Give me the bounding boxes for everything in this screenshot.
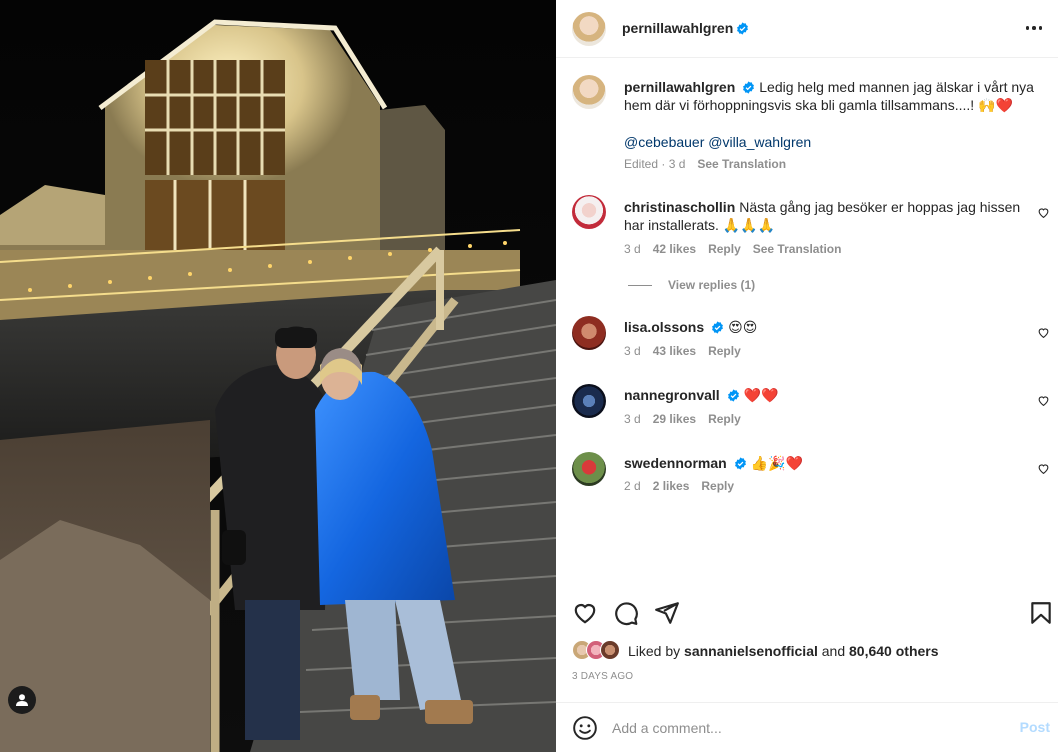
caption-mentions[interactable]: @cebebauer @villa_wahlgren [624, 133, 1034, 151]
emoji-icon[interactable] [572, 715, 598, 741]
post-header: pernillawahlgren [556, 0, 1058, 58]
comment-meta: 2 d 2 likes Reply [624, 479, 734, 493]
more-icon [1025, 26, 1030, 30]
comment-avatar[interactable] [572, 384, 606, 418]
user-tag-button[interactable] [8, 686, 36, 714]
post-date[interactable]: 3 DAYS AGO [572, 671, 633, 682]
share-icon[interactable] [654, 600, 680, 626]
comment-likes[interactable]: 29 likes [653, 412, 696, 426]
author-name-wrap: pernillawahlgren [622, 20, 749, 38]
user-tag-icon [16, 694, 28, 706]
post-sidebar: pernillawahlgren pernillawahlgren Ledig h… [556, 0, 1058, 752]
comments-list[interactable]: pernillawahlgren Ledig helg med mannen ja… [556, 59, 1058, 599]
comment-avatar[interactable] [572, 316, 606, 350]
comment-time: 3 d [624, 242, 641, 256]
verified-icon [737, 22, 749, 35]
author-avatar[interactable] [572, 12, 606, 46]
comment-body: 👍🎉❤️ [750, 455, 803, 471]
comment-meta: 3 d 43 likes Reply [624, 344, 741, 358]
caption-translate-link[interactable]: See Translation [697, 157, 786, 171]
comment-body: ❤️❤️ [743, 387, 779, 403]
more-options-button[interactable] [1022, 18, 1046, 38]
comment-time: 2 d [624, 479, 641, 493]
reply-button[interactable]: Reply [708, 242, 741, 256]
comment-likes[interactable]: 42 likes [653, 242, 696, 256]
caption-meta: Edited · 3 d See Translation [624, 157, 786, 171]
verified-icon [712, 321, 724, 334]
comment-username[interactable]: swedennorman [624, 455, 727, 471]
verified-icon [743, 81, 755, 94]
caption-time: Edited · 3 d [624, 157, 686, 171]
comment-text: nannegronvall ❤️❤️ [624, 386, 1034, 404]
bookmark-icon[interactable] [1028, 600, 1054, 626]
view-replies-button[interactable]: View replies (1) [628, 278, 755, 292]
comment-avatar[interactable] [572, 452, 606, 486]
translate-link[interactable]: See Translation [753, 242, 842, 256]
comment-like-heart-icon[interactable] [1037, 462, 1050, 475]
verified-icon [734, 457, 746, 470]
post-comment-button[interactable]: Post [1020, 719, 1050, 735]
reply-button[interactable]: Reply [701, 479, 734, 493]
comment-meta: 3 d 29 likes Reply [624, 412, 741, 426]
comment-avatar[interactable] [572, 195, 606, 229]
heart-icon[interactable] [572, 600, 598, 626]
view-replies-label: View replies (1) [668, 278, 756, 292]
comment-text: swedennorman 👍🎉❤️ [624, 454, 1034, 472]
liked-by-count[interactable]: 80,640 others [849, 643, 939, 659]
liked-by-and: and [821, 643, 846, 659]
comment-username[interactable]: lisa.olssons [624, 319, 704, 335]
add-comment-bar: Post [556, 702, 1058, 752]
comment-username[interactable]: christinaschollin [624, 199, 735, 215]
comment-input[interactable] [612, 715, 992, 741]
replies-divider [628, 284, 652, 286]
liker-avatars[interactable] [572, 640, 622, 662]
caption-text: pernillawahlgren Ledig helg med mannen ja… [624, 78, 1034, 114]
reply-button[interactable]: Reply [708, 412, 741, 426]
caption-username[interactable]: pernillawahlgren [624, 79, 735, 95]
liked-by-user[interactable]: sannanielsenofficial [684, 643, 818, 659]
comment-like-heart-icon[interactable] [1037, 326, 1050, 339]
post-photo[interactable] [0, 0, 556, 752]
post-photo-image [0, 0, 556, 752]
comment-body: 😍😍 [728, 319, 758, 335]
liked-by-prefix: Liked by [628, 643, 681, 659]
likes-summary: Liked by sannanielsenofficial and 80,640… [572, 640, 939, 662]
comment-likes[interactable]: 2 likes [653, 479, 690, 493]
comment-time: 3 d [624, 412, 641, 426]
comment-text: christinaschollin Nästa gång jag besöker … [624, 198, 1034, 234]
verified-icon [727, 389, 739, 402]
more-icon [1038, 26, 1043, 30]
author-username[interactable]: pernillawahlgren [622, 20, 733, 36]
comment-icon[interactable] [613, 600, 639, 626]
comment-likes[interactable]: 43 likes [653, 344, 696, 358]
comment-like-heart-icon[interactable] [1037, 394, 1050, 407]
reply-button[interactable]: Reply [708, 344, 741, 358]
comment-username[interactable]: nannegronvall [624, 387, 720, 403]
comment-like-heart-icon[interactable] [1037, 206, 1050, 219]
more-icon [1032, 26, 1036, 30]
comment-meta: 3 d 42 likes Reply See Translation [624, 242, 841, 256]
comment-text: lisa.olssons 😍😍 [624, 318, 1034, 336]
caption-avatar[interactable] [572, 75, 606, 109]
comment-time: 3 d [624, 344, 641, 358]
post-actions [556, 598, 1058, 628]
